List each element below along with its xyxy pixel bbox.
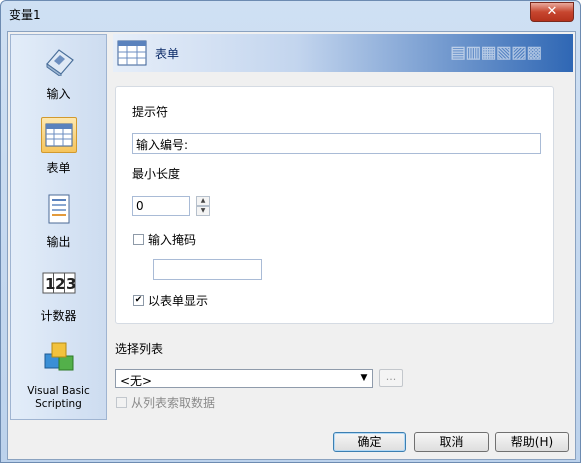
sidebar-item-label: 输入: [46, 87, 71, 101]
keyboard-icon: [41, 43, 77, 79]
cancel-button[interactable]: 取消: [414, 432, 489, 452]
min-length-label: 最小长度: [132, 167, 181, 181]
form-grid-icon: [117, 40, 147, 69]
spin-up-icon[interactable]: ▲: [196, 196, 210, 206]
help-button[interactable]: 帮助(H): [495, 432, 569, 452]
sidebar-item-label: 表单: [46, 161, 71, 175]
sidebar: 输入 表单 输出 1 2 3 计数器 Visual Basic Scriptin…: [10, 34, 107, 420]
sidebar-item-input[interactable]: 输入: [11, 39, 106, 111]
prompt-input[interactable]: 输入编号:: [132, 133, 541, 154]
svg-text:2: 2: [55, 275, 65, 293]
min-length-stepper[interactable]: ▲ ▼: [196, 196, 210, 216]
sidebar-item-vbscript[interactable]: Visual Basic Scripting: [11, 335, 106, 419]
svg-text:1: 1: [45, 275, 55, 293]
sidebar-item-label: 计数器: [40, 309, 77, 323]
spin-down-icon[interactable]: ▼: [196, 206, 210, 216]
sidebar-item-output[interactable]: 输出: [11, 187, 106, 259]
show-form-label: 以表单显示: [148, 294, 209, 308]
document-icon: [41, 191, 77, 227]
section-header: 表单 ▤▥▦▧▨▩: [113, 34, 573, 72]
section-title: 表单: [155, 47, 180, 61]
mask-label: 输入掩码: [148, 233, 197, 247]
dropdown-value: <无>: [120, 374, 153, 388]
title-bar[interactable]: 变量1 ✕: [1, 1, 580, 27]
from-list-checkbox[interactable]: [116, 397, 127, 408]
close-button[interactable]: ✕: [530, 2, 574, 22]
chevron-down-icon[interactable]: ▼: [356, 370, 372, 387]
form-panel: 提示符 输入编号: 最小长度 0 ▲ ▼ 输入掩码 ✔ 以表单显示: [115, 86, 554, 324]
from-list-label: 从列表索取数据: [131, 396, 216, 410]
sidebar-item-label: Visual Basic Scripting: [27, 385, 90, 410]
blocks-icon: [41, 339, 77, 375]
mask-checkbox[interactable]: [133, 234, 144, 245]
window-title: 变量1: [9, 8, 41, 22]
select-list-dropdown[interactable]: <无> ▼: [115, 369, 373, 388]
sidebar-item-counter[interactable]: 1 2 3 计数器: [11, 261, 106, 333]
counter-123-icon: 1 2 3: [41, 265, 77, 301]
sidebar-item-label: 输出: [46, 235, 71, 249]
form-grid-icon: [41, 117, 77, 153]
header-decoration: ▤▥▦▧▨▩: [451, 40, 543, 65]
dialog-window: 变量1 ✕ 输入 表单 输出 1 2 3 计数器 Visual Basic Sc…: [0, 0, 581, 463]
select-list-label: 选择列表: [115, 342, 164, 356]
dialog-client-area: 输入 表单 输出 1 2 3 计数器 Visual Basic Scriptin…: [7, 31, 576, 460]
min-length-input[interactable]: 0: [132, 196, 190, 216]
show-form-checkbox[interactable]: ✔: [133, 295, 144, 306]
mask-input[interactable]: [153, 259, 262, 280]
browse-button[interactable]: ...: [379, 369, 403, 387]
svg-text:3: 3: [66, 275, 76, 293]
prompt-label: 提示符: [132, 105, 169, 119]
ok-button[interactable]: 确定: [333, 432, 406, 452]
sidebar-item-form[interactable]: 表单: [11, 113, 106, 185]
